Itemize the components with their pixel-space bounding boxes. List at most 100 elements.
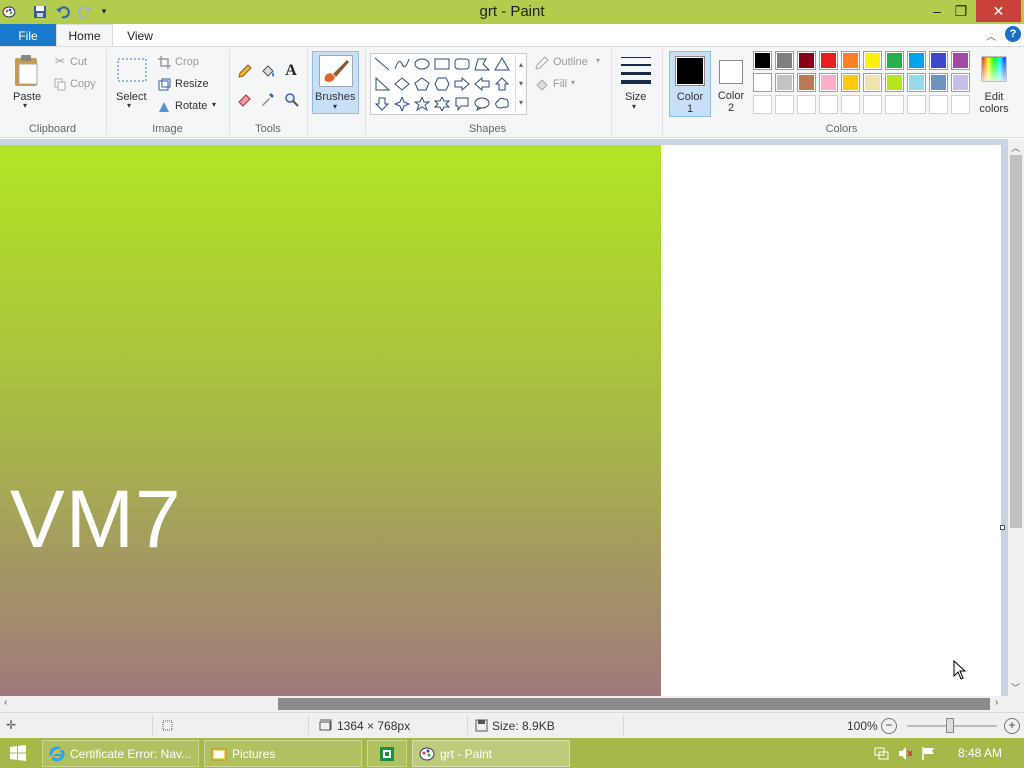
polygon-shape-icon[interactable] xyxy=(473,55,491,72)
zoom-in-button[interactable]: + xyxy=(1004,718,1020,734)
palette-color-swatch[interactable] xyxy=(797,73,816,92)
palette-color-swatch[interactable] xyxy=(885,95,904,114)
horizontal-scrollbar[interactable]: ‹ › xyxy=(0,696,1008,712)
tab-file[interactable]: File xyxy=(0,24,56,47)
magnifier-icon[interactable] xyxy=(283,91,299,107)
rectangle-shape-icon[interactable] xyxy=(433,55,451,72)
five-point-star-shape-icon[interactable] xyxy=(413,95,431,112)
palette-color-swatch[interactable] xyxy=(797,95,816,114)
palette-color-swatch[interactable] xyxy=(841,51,860,70)
palette-color-swatch[interactable] xyxy=(841,73,860,92)
select-icon[interactable] xyxy=(116,57,148,83)
size-button[interactable]: Size ▾ xyxy=(618,53,654,113)
start-button-windows-icon[interactable] xyxy=(8,744,28,762)
restore-button[interactable]: ❐ xyxy=(950,0,972,22)
diamond-shape-icon[interactable] xyxy=(393,75,411,92)
palette-color-swatch[interactable] xyxy=(841,95,860,114)
paste-dropdown-icon[interactable]: ▾ xyxy=(23,101,27,110)
select-dropdown-icon[interactable]: ▾ xyxy=(127,101,131,110)
oval-callout-shape-icon[interactable] xyxy=(473,95,491,112)
palette-color-swatch[interactable] xyxy=(775,95,794,114)
palette-color-swatch[interactable] xyxy=(885,73,904,92)
scroll-left-icon[interactable]: ‹ xyxy=(4,697,7,708)
action-center-flag-icon[interactable] xyxy=(920,745,936,761)
taskbar-item-pictures[interactable]: Pictures xyxy=(204,740,362,767)
fill-bucket-icon[interactable] xyxy=(259,63,275,79)
paste-icon[interactable] xyxy=(12,53,42,89)
volume-muted-icon[interactable] xyxy=(897,745,913,761)
pentagon-shape-icon[interactable] xyxy=(413,75,431,92)
minimize-ribbon-icon[interactable]: ︿ xyxy=(986,28,996,43)
text-tool-icon[interactable]: A xyxy=(283,62,299,80)
color-picker-icon[interactable] xyxy=(259,91,275,107)
outline-dropdown-icon[interactable]: ▾ xyxy=(596,56,600,65)
fill-button[interactable]: Fill xyxy=(553,78,567,90)
palette-color-swatch[interactable] xyxy=(819,73,838,92)
palette-color-swatch[interactable] xyxy=(863,73,882,92)
palette-color-swatch[interactable] xyxy=(907,73,926,92)
curve-shape-icon[interactable] xyxy=(393,55,411,72)
fill-dropdown-icon[interactable]: ▾ xyxy=(571,78,575,87)
scroll-down-icon[interactable]: ﹀ xyxy=(1011,681,1020,694)
vertical-scroll-thumb[interactable] xyxy=(1010,155,1022,528)
color2-button[interactable]: Color 2 xyxy=(712,51,752,117)
palette-color-swatch[interactable] xyxy=(885,51,904,70)
four-point-star-shape-icon[interactable] xyxy=(393,95,411,112)
taskbar-item-app[interactable] xyxy=(367,740,407,767)
palette-color-swatch[interactable] xyxy=(753,95,772,114)
line-shape-icon[interactable] xyxy=(373,55,391,72)
canvas-image[interactable]: VM7 xyxy=(0,145,661,696)
cloud-callout-shape-icon[interactable] xyxy=(493,95,511,112)
palette-color-swatch[interactable] xyxy=(775,51,794,70)
palette-color-swatch[interactable] xyxy=(819,51,838,70)
palette-color-swatch[interactable] xyxy=(753,51,772,70)
palette-color-swatch[interactable] xyxy=(951,95,970,114)
palette-color-swatch[interactable] xyxy=(929,95,948,114)
color1-button[interactable]: Color 1 xyxy=(669,51,711,117)
zoom-slider-thumb[interactable] xyxy=(946,718,954,733)
cut-button[interactable]: Cut xyxy=(70,56,87,68)
oval-shape-icon[interactable] xyxy=(413,55,431,72)
outline-button[interactable]: Outline xyxy=(553,56,588,68)
scroll-up-icon[interactable]: ︿ xyxy=(1011,141,1020,154)
close-button[interactable]: ✕ xyxy=(976,0,1021,22)
palette-color-swatch[interactable] xyxy=(775,73,794,92)
scroll-right-icon[interactable]: › xyxy=(995,697,998,708)
palette-color-swatch[interactable] xyxy=(951,51,970,70)
crop-button[interactable]: Crop xyxy=(175,56,199,68)
eraser-icon[interactable] xyxy=(236,91,252,107)
taskbar-item-paint[interactable]: grt - Paint xyxy=(412,740,570,767)
palette-color-swatch[interactable] xyxy=(951,73,970,92)
taskbar-item-ie[interactable]: Certificate Error: Nav... xyxy=(42,740,199,767)
rotate-dropdown-icon[interactable]: ▾ xyxy=(212,100,216,109)
triangle-shape-icon[interactable] xyxy=(493,55,511,72)
hexagon-shape-icon[interactable] xyxy=(433,75,451,92)
copy-button[interactable]: Copy xyxy=(70,78,96,90)
palette-color-swatch[interactable] xyxy=(929,51,948,70)
resize-button[interactable]: Resize xyxy=(175,78,209,90)
vertical-scrollbar[interactable]: ︿ ﹀ xyxy=(1008,139,1024,696)
help-icon[interactable]: ? xyxy=(1005,26,1021,42)
palette-color-swatch[interactable] xyxy=(907,51,926,70)
palette-color-swatch[interactable] xyxy=(753,73,772,92)
edit-colors-button[interactable]: Edit colors xyxy=(976,91,1012,115)
select-button[interactable]: Select xyxy=(116,91,147,103)
palette-color-swatch[interactable] xyxy=(863,51,882,70)
six-point-star-shape-icon[interactable] xyxy=(433,95,451,112)
horizontal-scroll-thumb[interactable] xyxy=(278,698,990,710)
tab-home[interactable]: Home xyxy=(56,24,113,47)
palette-color-swatch[interactable] xyxy=(797,51,816,70)
shapes-scrollbar[interactable]: ▴ ▾ ▾ xyxy=(515,55,526,113)
minimize-button[interactable]: – xyxy=(926,0,948,22)
right-arrow-shape-icon[interactable] xyxy=(453,75,471,92)
canvas-resize-handle[interactable] xyxy=(1000,525,1005,530)
left-arrow-shape-icon[interactable] xyxy=(473,75,491,92)
rounded-callout-shape-icon[interactable] xyxy=(453,95,471,112)
network-icon[interactable] xyxy=(873,745,889,761)
canvas-blank-area[interactable] xyxy=(661,145,1001,696)
brushes-button[interactable]: Brushes ▾ xyxy=(312,51,359,114)
right-triangle-shape-icon[interactable] xyxy=(373,75,391,92)
rounded-rectangle-shape-icon[interactable] xyxy=(453,55,471,72)
palette-color-swatch[interactable] xyxy=(819,95,838,114)
edit-colors-icon[interactable] xyxy=(980,55,1008,83)
